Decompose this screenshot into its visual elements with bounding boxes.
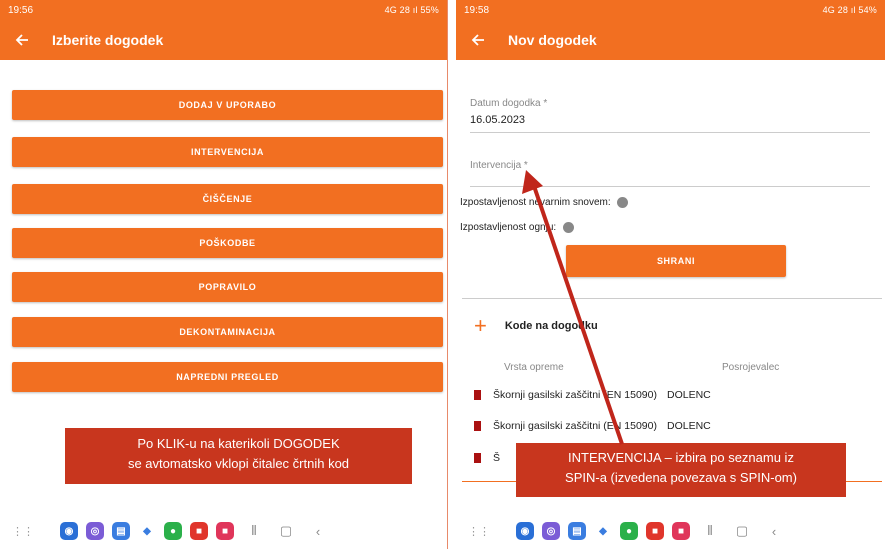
viber-icon[interactable]: ◎ [542,522,560,540]
event-button-napredni-pregled[interactable]: NAPREDNI PREGLED [12,362,443,392]
arrow-head [522,170,543,194]
phone-screen-right: 19:58 4G 28 ıl 54% Nov dogodek Datum dog… [456,0,885,549]
pdf-icon[interactable]: ■ [190,522,208,540]
back-icon[interactable]: ‹ [762,524,786,539]
status-time: 19:56 [8,4,34,16]
android-nav-bar: ⋮⋮ ◉ ◎ ▤ ◆ ● ■ ■ ⦀ ▢ ‹ [0,513,447,549]
back-icon[interactable]: ‹ [306,524,330,539]
event-button-ciscenje[interactable]: ČIŠČENJE [12,184,443,214]
callout-line-1: Po KLIK-u na katerikoli DOGODEK [137,436,340,451]
status-indicators: 4G 28 ıl 55% [384,5,439,15]
grid-icon[interactable]: ⋮⋮ [12,525,34,538]
home-icon[interactable]: ▢ [274,523,298,539]
screen-recorder-icon[interactable]: ■ [672,522,690,540]
home-icon[interactable]: ▢ [730,523,754,539]
recents-icon[interactable]: ⦀ [242,523,266,539]
grid-icon[interactable]: ⋮⋮ [468,525,490,538]
annotation-callout-left: Po KLIK-u na katerikoli DOGODEK se avtom… [65,428,412,484]
messages-icon[interactable]: ▤ [568,522,586,540]
event-button-dodaj[interactable]: DODAJ V UPORABO [12,90,443,120]
whatsapp-icon[interactable]: ● [164,522,182,540]
recents-icon[interactable]: ⦀ [698,523,722,539]
event-button-poskodbe[interactable]: POŠKODBE [12,228,443,258]
android-nav-bar: ⋮⋮ ◉ ◎ ▤ ◆ ● ■ ■ ⦀ ▢ ‹ [456,513,885,549]
callout-line-2: se avtomatsko vklopi čitalec črtnih kod [127,456,350,471]
annotation-arrow [522,170,624,445]
whatsapp-icon[interactable]: ● [620,522,638,540]
bell-icon[interactable]: ◆ [594,522,612,540]
event-button-intervencija[interactable]: INTERVENCIJA [12,137,443,167]
event-button-dekontaminacija[interactable]: DEKONTAMINACIJA [12,317,443,347]
status-bar: 19:56 4G 28 ıl 55% [0,0,447,20]
back-arrow-icon[interactable] [10,28,34,52]
messages-icon[interactable]: ▤ [112,522,130,540]
app-bar: Izberite dogodek [0,20,447,60]
screen-recorder-icon[interactable]: ■ [216,522,234,540]
samsung-icon[interactable]: ◉ [60,522,78,540]
page-title: Izberite dogodek [52,32,164,48]
pdf-icon[interactable]: ■ [646,522,664,540]
event-button-popravilo[interactable]: POPRAVILO [12,272,443,302]
arrow-shaft [532,185,624,445]
bell-icon[interactable]: ◆ [138,522,156,540]
viber-icon[interactable]: ◎ [86,522,104,540]
phone-screen-left: 19:56 4G 28 ıl 55% Izberite dogodek DODA… [0,0,448,549]
samsung-icon[interactable]: ◉ [516,522,534,540]
